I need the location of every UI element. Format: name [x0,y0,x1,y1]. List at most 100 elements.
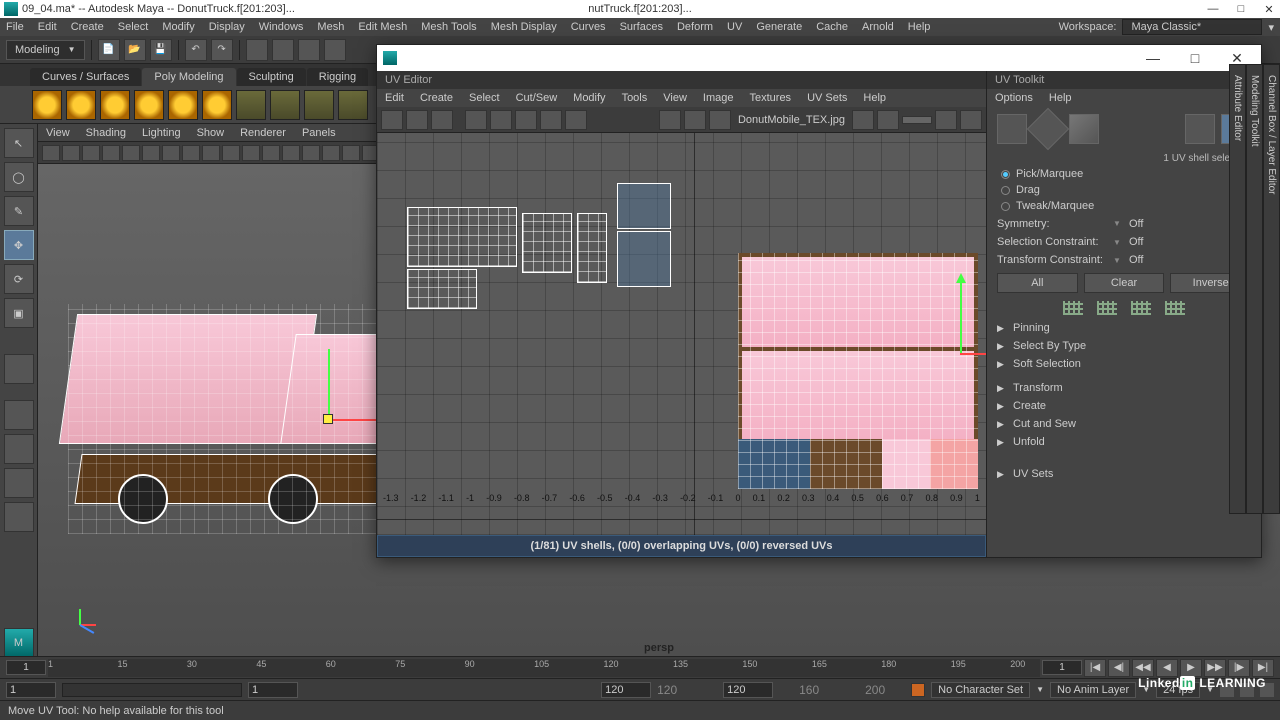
uved-menu-uvsets[interactable]: UV Sets [807,92,847,104]
workspace-menu-icon[interactable]: ▾ [1268,21,1274,34]
menu-help[interactable]: Help [908,21,931,33]
uvtk-radio-pick[interactable]: Pick/Marquee [987,166,1261,182]
shelf-button[interactable] [134,90,164,120]
current-frame-field[interactable]: 1 [6,660,46,675]
transform-constraint-value[interactable]: Off [1129,254,1175,266]
section-pinning[interactable]: ▶Pinning [987,319,1261,337]
dim-image-icon[interactable] [709,110,731,130]
vp-icon[interactable] [262,145,280,161]
rotate-tool[interactable]: ⟳ [4,264,34,294]
uvtk-mode-uv-icon[interactable] [1185,114,1215,144]
menu-uv[interactable]: UV [727,21,742,33]
maximize-button[interactable]: □ [1234,3,1248,16]
uved-tool[interactable] [565,110,587,130]
move-tool[interactable]: ✥ [4,230,34,260]
select-by-hierarchy-icon[interactable] [246,39,268,61]
scale-tool[interactable]: ▣ [4,298,34,328]
vp-icon[interactable] [102,145,120,161]
uved-tool[interactable] [877,110,899,130]
convert-icon[interactable] [1063,301,1083,315]
menu-set-dropdown[interactable]: Modeling▼ [6,40,85,60]
shelf-tab-curves[interactable]: Curves / Surfaces [30,68,141,86]
uved-tool[interactable] [381,110,403,130]
autokey-icon[interactable] [911,683,925,697]
uved-menu-textures[interactable]: Textures [749,92,791,104]
vp-icon[interactable] [282,145,300,161]
uvwin-minimize[interactable]: — [1135,48,1171,68]
shelf-button[interactable] [236,90,266,120]
anim-end-field[interactable]: 120 [723,682,773,698]
save-scene-icon[interactable]: 💾 [150,39,172,61]
uved-menu-edit[interactable]: Edit [385,92,404,104]
shelf-button[interactable] [66,90,96,120]
layout-single-icon[interactable] [4,400,34,430]
uvtk-radio-tweak[interactable]: Tweak/Marquee [987,198,1261,214]
shelf-button[interactable] [304,90,334,120]
time-slider-track[interactable]: 1 15 30 45 60 75 90 105 120 135 150 165 … [48,659,1040,677]
menu-generate[interactable]: Generate [756,21,802,33]
menu-modify[interactable]: Modify [162,21,194,33]
vp-icon[interactable] [162,145,180,161]
image-display-icon[interactable] [659,110,681,130]
anim-layer-dropdown[interactable]: No Anim Layer [1050,682,1136,698]
shelf-button[interactable] [100,90,130,120]
dock-channel-box[interactable]: Channel Box / Layer Editor [1263,64,1280,514]
snap-grid-icon[interactable] [324,39,346,61]
menu-edit[interactable]: Edit [38,21,57,33]
vp-icon[interactable] [322,145,340,161]
uvwin-maximize[interactable]: □ [1177,48,1213,68]
convert-icon[interactable] [1165,301,1185,315]
texture-name[interactable]: DonutMobile_TEX.jpg [734,114,849,126]
step-forward-key-icon[interactable]: |▶ [1228,659,1250,677]
layout-outliner-icon[interactable] [4,468,34,498]
uvtk-radio-drag[interactable]: Drag [987,182,1261,198]
uved-menu-tools[interactable]: Tools [622,92,648,104]
section-unfold[interactable]: ▶Unfold [987,433,1261,451]
select-all-button[interactable]: All [997,273,1078,293]
paint-select-tool[interactable]: ✎ [4,196,34,226]
uved-menu-cutsew[interactable]: Cut/Sew [516,92,558,104]
uved-tool[interactable] [960,110,982,130]
select-by-component-icon[interactable] [298,39,320,61]
vp-menu-lighting[interactable]: Lighting [142,127,181,139]
go-to-end-icon[interactable]: ▶| [1252,659,1274,677]
convert-icon[interactable] [1097,301,1117,315]
close-button[interactable]: ✕ [1262,3,1276,16]
uved-tool[interactable] [852,110,874,130]
select-tool[interactable]: ↖ [4,128,34,158]
vp-icon[interactable] [62,145,80,161]
uvtk-mode-edge-icon[interactable] [1027,108,1069,150]
uved-menu-modify[interactable]: Modify [573,92,605,104]
layout-four-icon[interactable] [4,434,34,464]
menu-deform[interactable]: Deform [677,21,713,33]
step-back-icon[interactable]: ◀◀ [1132,659,1154,677]
shelf-button[interactable] [202,90,232,120]
playback-end-field[interactable]: 120 [601,682,651,698]
open-scene-icon[interactable]: 📂 [124,39,146,61]
dock-attribute-editor[interactable]: Attribute Editor [1229,64,1246,514]
uved-menu-create[interactable]: Create [420,92,453,104]
vp-menu-renderer[interactable]: Renderer [240,127,286,139]
menu-edit-mesh[interactable]: Edit Mesh [358,21,407,33]
uvtk-menu-help[interactable]: Help [1049,92,1072,104]
convert-icon[interactable] [1131,301,1151,315]
menu-mesh[interactable]: Mesh [317,21,344,33]
uvtk-mode-face-icon[interactable] [1069,114,1099,144]
end-frame-field[interactable]: 1 [1042,660,1082,675]
symmetry-value[interactable]: Off [1129,218,1175,230]
shelf-tab-polymodeling[interactable]: Poly Modeling [142,68,235,86]
vp-menu-show[interactable]: Show [197,127,225,139]
new-scene-icon[interactable]: 📄 [98,39,120,61]
uved-tool[interactable] [540,110,562,130]
menu-surfaces[interactable]: Surfaces [620,21,663,33]
play-forward-icon[interactable]: ▶ [1180,659,1202,677]
playback-start-field[interactable]: 1 [248,682,298,698]
menu-arnold[interactable]: Arnold [862,21,894,33]
checker-icon[interactable] [684,110,706,130]
section-soft-selection[interactable]: ▶Soft Selection [987,355,1261,373]
anim-start-field[interactable]: 1 [6,682,56,698]
uvtk-menu-options[interactable]: Options [995,92,1033,104]
menu-curves[interactable]: Curves [571,21,606,33]
section-uv-sets[interactable]: ▶UV Sets [987,465,1261,483]
shelf-button[interactable] [270,90,300,120]
